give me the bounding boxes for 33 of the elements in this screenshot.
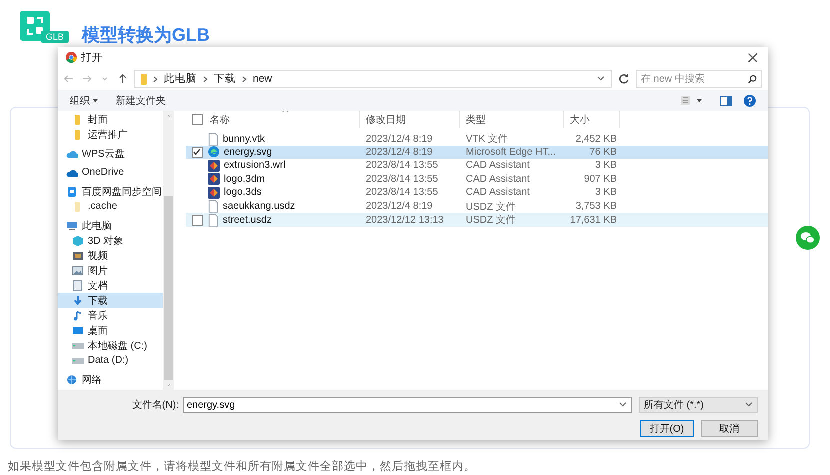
file-name: bunny.vtk	[223, 134, 266, 144]
modified-date: 2023/12/4 8:19	[365, 146, 434, 158]
file-name: logo.3ds	[224, 187, 262, 198]
file-type: CAD Assistant	[465, 160, 531, 172]
file-name: street.usdz	[223, 214, 272, 226]
file-size: 3,753 KB	[574, 201, 618, 212]
modified-date: 2023/8/14 13:55	[365, 174, 440, 185]
file-size: 17,631 KB	[569, 214, 618, 226]
file-type: USDZ 文件	[465, 200, 517, 214]
file-name: saeukkang.usdz	[223, 201, 296, 212]
file-type: CAD Assistant	[465, 174, 531, 185]
file-size: 3 KB	[594, 187, 618, 198]
modified-date: 2023/12/4 8:19	[365, 134, 434, 144]
page-title: 模型转换为GLB	[82, 24, 210, 47]
modified-date: 2023/8/14 13:55	[365, 160, 440, 172]
file-size: 2,452 KB	[574, 134, 618, 144]
hint-text: 如果模型文件包含附属文件，请将模型文件和所有附属文件全部选中，然后拖拽至框内。	[8, 459, 477, 474]
dialog-title: 打开	[81, 50, 104, 64]
file-type: Microsoft Edge HT...	[465, 146, 558, 158]
file-size: 3 KB	[594, 160, 618, 172]
glb-badge: GLB	[41, 31, 70, 43]
modified-date: 2023/12/12 13:13	[365, 214, 445, 226]
filename-label: 文件名(N):	[131, 398, 179, 412]
modified-date: 2023/8/14 13:55	[365, 187, 440, 198]
file-name: logo.3dm	[224, 174, 266, 185]
modified-date: 2023/12/4 8:19	[365, 201, 434, 212]
file-size: 907 KB	[583, 174, 618, 185]
file-name: extrusion3.wrl	[224, 160, 286, 172]
file-size: 76 KB	[588, 146, 618, 158]
file-type: VTK 文件	[465, 132, 510, 146]
file-name: energy.svg	[224, 146, 272, 158]
file-type: USDZ 文件	[465, 214, 517, 227]
file-type: CAD Assistant	[465, 187, 531, 198]
